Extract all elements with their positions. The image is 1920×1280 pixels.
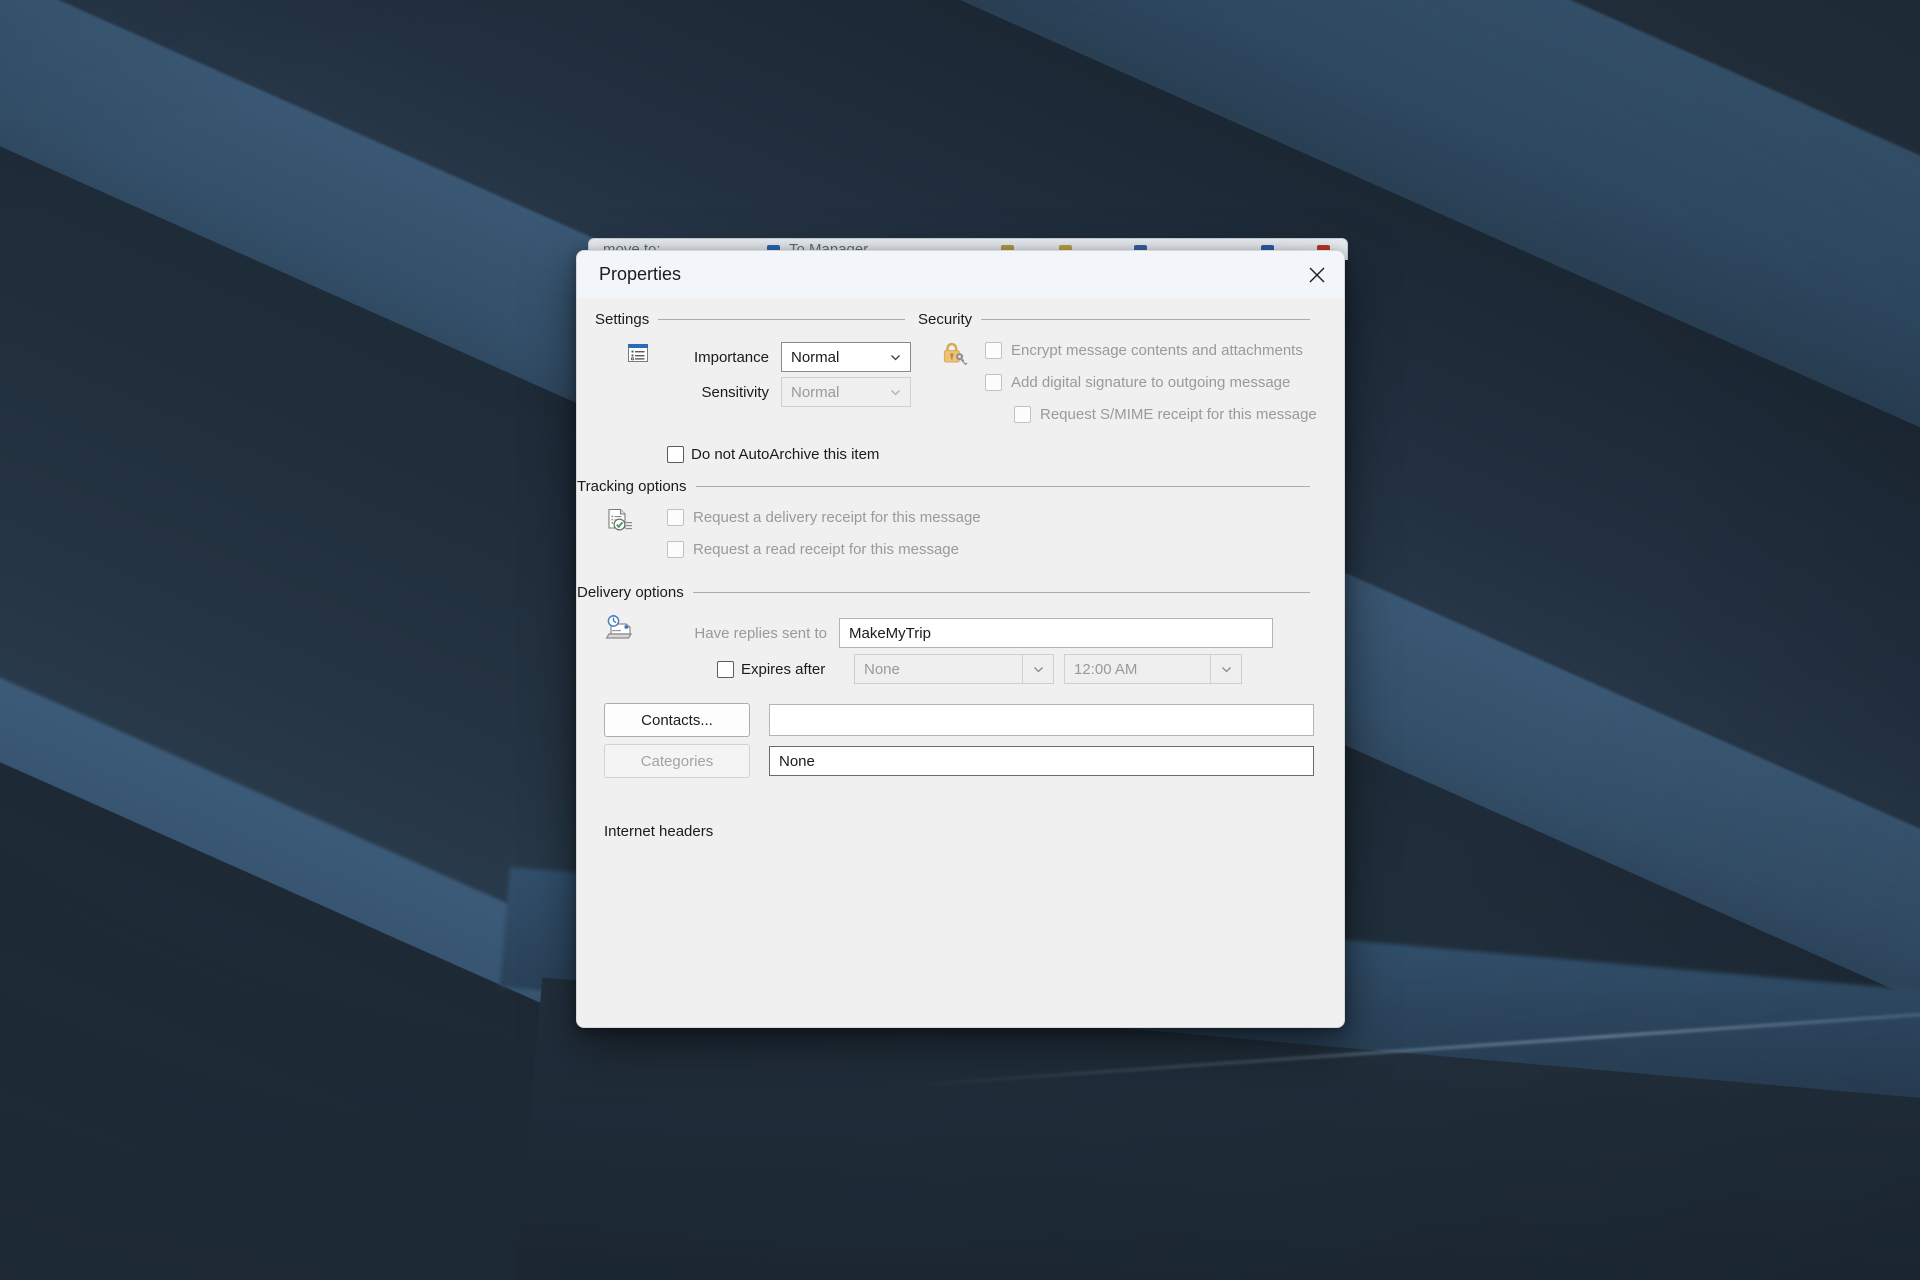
sensitivity-select: Normal (781, 377, 911, 407)
categories-button-label: Categories (640, 752, 714, 770)
internet-headers-label: Internet headers (604, 823, 714, 840)
chevron-down-icon (889, 378, 902, 406)
digital-signature-checkbox (985, 374, 1002, 391)
categories-button: Categories (604, 744, 750, 778)
security-group-label: Security (918, 311, 973, 328)
contacts-row: Contacts... (604, 703, 1314, 737)
delivery-receipt-icon (605, 506, 635, 536)
dialog-title: Properties (599, 264, 682, 284)
settings-group-header: Settings (595, 311, 905, 328)
expires-after-date-value: None (864, 660, 900, 678)
security-group-header: Security (918, 311, 1310, 328)
delivery-receipt-label: Request a delivery receipt for this mess… (693, 509, 981, 526)
delivery-group-rule (692, 592, 1310, 593)
contacts-input[interactable] (769, 704, 1314, 736)
categories-value: None (779, 752, 815, 770)
contacts-button-label: Contacts... (641, 711, 713, 729)
digital-signature-label: Add digital signature to outgoing messag… (1011, 374, 1291, 391)
delivery-group-label: Delivery options (577, 584, 684, 601)
read-receipt-label: Request a read receipt for this message (693, 541, 959, 558)
delivery-receipt-checkbox (667, 509, 684, 526)
autoarchive-label: Do not AutoArchive this item (691, 446, 880, 463)
encrypt-message-label: Encrypt message contents and attachments (1011, 342, 1303, 359)
tracking-group-header: Tracking options (577, 478, 1310, 495)
expires-after-date-select: None (854, 654, 1054, 684)
have-replies-sent-to-row: Have replies sent to MakeMyTrip (655, 618, 1273, 648)
delivery-group-header: Delivery options (577, 584, 1310, 601)
encrypt-message-checkbox (985, 342, 1002, 359)
importance-value: Normal (791, 348, 840, 366)
chevron-down-icon (889, 343, 902, 371)
dialog-titlebar: Properties (577, 251, 1344, 298)
have-replies-sent-to-value: MakeMyTrip (849, 624, 931, 642)
have-replies-sent-to-input[interactable]: MakeMyTrip (839, 618, 1273, 648)
expires-after-time-select: 12:00 AM (1064, 654, 1242, 684)
autoarchive-row: Do not AutoArchive this item (667, 446, 879, 463)
delayed-delivery-icon (605, 614, 637, 642)
close-icon[interactable] (1290, 251, 1344, 298)
expires-after-label: Expires after (741, 660, 826, 678)
chevron-down-icon (1210, 655, 1241, 683)
autoarchive-checkbox[interactable] (667, 446, 684, 463)
smime-receipt-checkbox (1014, 406, 1031, 423)
settings-group-rule (658, 319, 905, 320)
encrypt-message-row: Encrypt message contents and attachments (985, 342, 1303, 359)
importance-label: Importance (693, 348, 769, 366)
have-replies-sent-to-label: Have replies sent to (694, 624, 827, 642)
settings-group-label: Settings (595, 311, 650, 328)
digital-signature-row: Add digital signature to outgoing messag… (985, 374, 1290, 391)
importance-select[interactable]: Normal (781, 342, 911, 372)
read-receipt-checkbox (667, 541, 684, 558)
expires-after-row: Expires after None 12:00 AM (717, 654, 1242, 684)
tracking-group-label: Tracking options (577, 478, 687, 495)
expires-after-checkbox[interactable] (717, 660, 734, 678)
sensitivity-label: Sensitivity (701, 383, 769, 401)
importance-list-icon (625, 340, 651, 366)
properties-dialog: Properties Settings Importance Normal Se… (576, 250, 1345, 1028)
lock-key-icon (940, 340, 970, 368)
sensitivity-row: Sensitivity Normal (665, 377, 911, 407)
read-receipt-row: Request a read receipt for this message (667, 541, 959, 558)
contacts-button[interactable]: Contacts... (604, 703, 750, 737)
smime-receipt-label: Request S/MIME receipt for this message (1040, 406, 1317, 423)
delivery-receipt-row: Request a delivery receipt for this mess… (667, 509, 981, 526)
smime-receipt-row: Request S/MIME receipt for this message (1014, 406, 1317, 423)
chevron-down-icon (1022, 655, 1053, 683)
sensitivity-value: Normal (791, 383, 840, 401)
tracking-group-rule (695, 486, 1310, 487)
categories-input[interactable]: None (769, 746, 1314, 776)
categories-row: Categories None (604, 744, 1314, 778)
expires-after-time-value: 12:00 AM (1074, 660, 1138, 678)
importance-row: Importance Normal (665, 342, 911, 372)
security-group-rule (981, 319, 1310, 320)
